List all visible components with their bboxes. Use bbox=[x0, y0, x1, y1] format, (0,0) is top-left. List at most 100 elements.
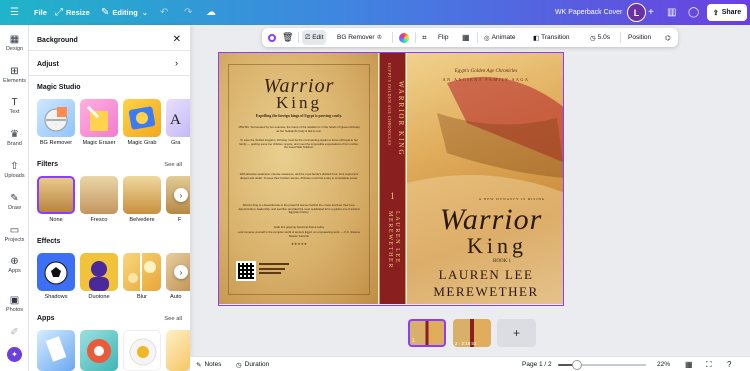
comments-button[interactable]: ◯ bbox=[688, 0, 702, 25]
background-panel: Background ✕ Adjust › Magic Studio BG Re… bbox=[29, 25, 190, 371]
position-label: Position bbox=[628, 34, 652, 41]
zoom-slider-track[interactable] bbox=[558, 360, 646, 370]
checkerboard-icon: ▦ bbox=[462, 33, 470, 42]
rail-item-projects[interactable]: ▭ Projects bbox=[0, 225, 29, 243]
animate-button[interactable]: ◎ Animate bbox=[484, 28, 516, 47]
menu-icon[interactable]: ☰ bbox=[10, 0, 22, 25]
editing-mode-dropdown[interactable]: ✎ Editing ⌄ bbox=[101, 0, 148, 25]
rail-item-photos[interactable]: ▣ Photos bbox=[0, 295, 29, 313]
page-thumbnail-1[interactable]: 1 bbox=[408, 319, 446, 347]
divider bbox=[298, 32, 299, 43]
page-indicator[interactable]: Page 1 / 2 bbox=[522, 357, 552, 371]
magic-assistant-button[interactable]: ✦ bbox=[0, 347, 29, 362]
chevron-right-icon[interactable]: › bbox=[175, 58, 178, 68]
duration-button[interactable]: ◷ 5.0s bbox=[590, 28, 610, 47]
design-icon: ▦ bbox=[9, 34, 20, 45]
transparency-button[interactable]: ▦ bbox=[462, 28, 470, 47]
effect-shadows[interactable] bbox=[37, 253, 75, 291]
app-tile-4[interactable] bbox=[166, 330, 190, 371]
back-cover[interactable]: Warrior King Expelling the foreign kings… bbox=[219, 53, 378, 304]
magic-studio-heading: Magic Studio bbox=[37, 84, 81, 91]
zoom-slider-handle[interactable] bbox=[572, 360, 582, 370]
rail-item-brand[interactable]: ♛ Brand bbox=[0, 129, 29, 147]
bg-remover-button[interactable]: BG Remover ♔ bbox=[337, 28, 382, 47]
effects-scroll-right-icon[interactable]: › bbox=[174, 265, 188, 279]
share-label: Share bbox=[721, 9, 742, 16]
undo-icon: ↶ bbox=[160, 7, 169, 18]
rail-item-apps[interactable]: ⊕ Apps bbox=[0, 256, 29, 274]
transition-icon: ◧ bbox=[533, 34, 540, 42]
color-picker-button[interactable] bbox=[268, 28, 276, 47]
effect-blur[interactable] bbox=[123, 253, 161, 291]
adjust-row[interactable]: Adjust bbox=[37, 61, 59, 68]
share-icon: ⇪ bbox=[712, 9, 719, 17]
effect-shadows-label: Shadows bbox=[44, 294, 68, 300]
spine-title: Warrior King bbox=[397, 81, 405, 157]
blurb-paragraph: To save the divided kingdom, Ahhotep mus… bbox=[239, 138, 359, 150]
cloud-save-status[interactable]: ☁ bbox=[206, 0, 219, 25]
grid-view-button[interactable]: ▦ bbox=[685, 357, 693, 371]
chevron-down-icon: ⌄ bbox=[141, 9, 148, 17]
front-cover[interactable]: Egypt's Golden Age Chronicles An Ancient… bbox=[407, 53, 563, 304]
avatar[interactable]: L bbox=[627, 3, 646, 22]
duration-toggle-button[interactable]: ◷ Duration bbox=[236, 357, 269, 371]
context-toolbar: 🗑 ⎚ Edit BG Remover ♔ ⌗ Flip ▦ ◎ Animate ◧ T… bbox=[262, 28, 678, 47]
top-bar: ☰ File ⤢ Resize ✎ Editing ⌄ ↶ ↷ ☁ WK Paperb… bbox=[0, 0, 750, 25]
magic-grab-tool[interactable] bbox=[123, 99, 161, 137]
filters-scroll-right-icon[interactable]: › bbox=[174, 188, 188, 202]
rail-item-elements[interactable]: ⊞ Elements bbox=[0, 66, 29, 84]
delete-button[interactable]: 🗑 bbox=[282, 28, 293, 47]
filter-none[interactable] bbox=[37, 176, 75, 214]
resize-button[interactable]: ⤢ Resize bbox=[55, 0, 90, 25]
rail-item-uploads[interactable]: ⇧ Uploads bbox=[0, 161, 29, 179]
close-icon[interactable]: ✕ bbox=[173, 34, 181, 45]
rail-item-design[interactable]: ▦ Design bbox=[0, 34, 29, 52]
spine[interactable]: Egypt's Golden Age Chronicles Warrior Ki… bbox=[379, 53, 406, 304]
fullscreen-button[interactable]: ⛶ bbox=[706, 357, 712, 371]
plus-icon: + bbox=[648, 7, 654, 18]
effect-duotone[interactable] bbox=[80, 253, 118, 291]
help-button[interactable]: ? bbox=[727, 357, 731, 371]
edit-image-button[interactable]: ⎚ Edit bbox=[302, 30, 327, 45]
notes-button[interactable]: ✎ Notes bbox=[196, 357, 221, 371]
redo-button[interactable]: ↷ bbox=[184, 0, 195, 25]
rail-item-label: Text bbox=[9, 109, 20, 115]
apps-see-all-link[interactable]: See all bbox=[164, 316, 182, 322]
position-button[interactable]: Position bbox=[628, 28, 651, 47]
undo-button[interactable]: ↶ bbox=[160, 0, 171, 25]
qr-code bbox=[236, 261, 256, 281]
add-page-button[interactable]: + bbox=[497, 319, 536, 347]
flip-button[interactable]: Flip bbox=[438, 28, 448, 47]
page-thumbnail-2[interactable]: 2 · 2:18:52 bbox=[453, 319, 491, 347]
rail-item-more[interactable]: ✐ bbox=[0, 327, 29, 339]
add-collaborator-button[interactable]: + bbox=[648, 0, 657, 25]
rail-item-draw[interactable]: ✎ Draw bbox=[0, 193, 29, 211]
filter-fresco[interactable] bbox=[80, 176, 118, 214]
magic-eraser-tool[interactable] bbox=[80, 99, 118, 137]
rail-item-text[interactable]: T Text bbox=[0, 97, 29, 115]
app-thumbnail bbox=[45, 336, 67, 362]
zoom-level[interactable]: 22% bbox=[657, 357, 670, 371]
editing-label: Editing bbox=[112, 8, 138, 17]
filters-see-all-link[interactable]: See all bbox=[164, 162, 182, 168]
duotone-portrait-thumbnail bbox=[89, 261, 109, 291]
filter-belvedere[interactable] bbox=[123, 176, 161, 214]
app-tile-2[interactable] bbox=[80, 330, 118, 371]
share-button[interactable]: ⇪ Share bbox=[707, 4, 747, 21]
app-tile-3[interactable] bbox=[123, 330, 161, 371]
color-swatch-button[interactable] bbox=[399, 28, 409, 47]
grab-text-tool[interactable]: A bbox=[166, 99, 190, 137]
blurb-paragraph: Grab this gripping historical drama toda… bbox=[273, 225, 325, 229]
brand-icon: ♛ bbox=[10, 129, 19, 140]
app-tile-1[interactable] bbox=[37, 330, 75, 371]
bg-remover-tool[interactable] bbox=[37, 99, 75, 137]
analytics-button[interactable]: ▥ bbox=[667, 0, 679, 25]
fullscreen-icon: ⛶ bbox=[706, 359, 712, 369]
crop-button[interactable]: ⌗ bbox=[422, 28, 427, 47]
transition-button[interactable]: ◧ Transition bbox=[533, 28, 569, 47]
file-menu-button[interactable]: File bbox=[34, 0, 47, 25]
document-title[interactable]: WK Paperback Cover bbox=[555, 0, 622, 25]
paint-format-button[interactable]: ⌬ bbox=[665, 28, 671, 47]
book-cover-canvas[interactable]: Warrior King Expelling the foreign kings… bbox=[218, 52, 564, 306]
transition-label: Transition bbox=[541, 34, 570, 41]
